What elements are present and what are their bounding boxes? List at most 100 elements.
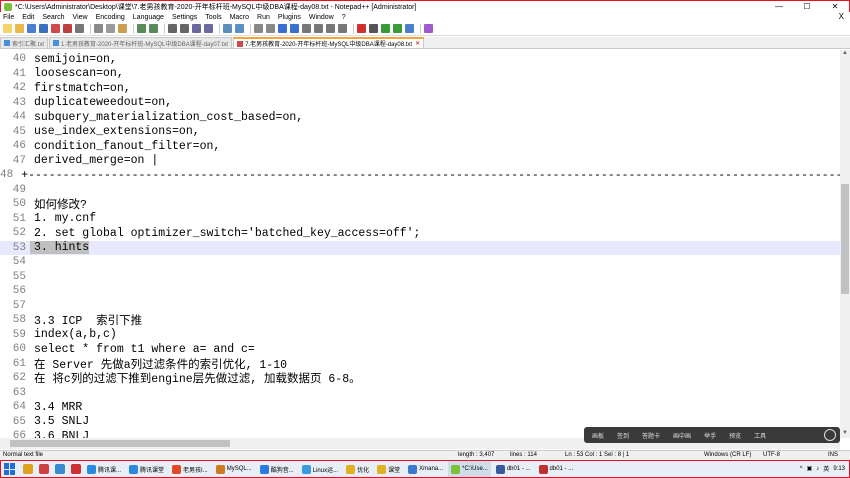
monitoring-icon[interactable] [338, 24, 347, 33]
scroll-down-icon[interactable]: ▼ [840, 430, 850, 438]
editor-line[interactable]: 51 1. my.cnf [0, 212, 840, 227]
function-list-icon[interactable] [314, 24, 323, 33]
cut-icon[interactable] [94, 24, 103, 33]
taskbar-app-active[interactable]: *C:\Use... [448, 461, 491, 477]
sync-h-icon[interactable] [235, 24, 244, 33]
close-button[interactable]: ✕ [821, 1, 849, 13]
editor-line[interactable]: 59 index(a,b,c) [0, 328, 840, 343]
menu-run[interactable]: Run [257, 14, 270, 21]
spell-check-icon[interactable] [424, 24, 433, 33]
editor-line[interactable]: 45 use_index_extensions=on, [0, 125, 840, 140]
taskbar-app[interactable]: 老男孩I... [169, 461, 211, 477]
menu-search[interactable]: Search [42, 14, 64, 21]
save-macro-icon[interactable] [405, 24, 414, 33]
vertical-scroll-thumb[interactable] [841, 184, 849, 294]
editor-line[interactable]: 42 firstmatch=on, [0, 81, 840, 96]
new-file-icon[interactable] [3, 24, 12, 33]
paste-icon[interactable] [118, 24, 127, 33]
editor-line[interactable]: 50 如何修改? [0, 197, 840, 212]
encoding[interactable]: UTF-8 [763, 452, 780, 458]
folder-workspace-icon[interactable] [326, 24, 335, 33]
explorer-icon[interactable] [23, 464, 33, 474]
volume-icon[interactable]: ♪ [816, 466, 819, 472]
tab-day08[interactable]: 7.老男孩教育-2020-开年标杆班-MySQL中级DBA课程-day08.tx… [233, 37, 425, 48]
record-macro-icon[interactable] [357, 24, 366, 33]
find-icon[interactable] [168, 24, 177, 33]
tab-day07[interactable]: 1.老男孩教育-2020-开年标杆班-MySQL中级DBA课程-day07.tx… [49, 37, 233, 48]
editor-line[interactable]: 62 在 将c列的过滤下推到engine层先做过滤, 加载数据页 6-8。 [0, 371, 840, 386]
editor-line[interactable]: 44 subquery_materialization_cost_based=on… [0, 110, 840, 125]
udl-icon[interactable] [290, 24, 299, 33]
scroll-up-icon[interactable]: ▲ [840, 50, 850, 58]
eol-format[interactable]: Windows (CR LF) [704, 452, 751, 458]
close-file-icon[interactable] [51, 24, 60, 33]
maximize-button[interactable]: ☐ [793, 1, 821, 13]
menu-edit[interactable]: Edit [22, 14, 34, 21]
overlay-raise-hand-button[interactable]: 举手 [704, 431, 716, 440]
clock[interactable]: 9:13 [833, 466, 845, 472]
play-macro-icon[interactable] [381, 24, 390, 33]
editor-line[interactable]: 46 condition_fanout_filter=on, [0, 139, 840, 154]
taskbar-app[interactable]: Linux运... [299, 461, 341, 477]
editor-line[interactable]: 56 [0, 284, 840, 299]
close-document-button[interactable]: X [839, 12, 844, 21]
editor-line[interactable]: 57 [0, 299, 840, 314]
taskbar-app[interactable]: 优化 [343, 461, 372, 477]
word-wrap-icon[interactable] [254, 24, 263, 33]
menu-language[interactable]: Language [133, 14, 164, 21]
taskbar-app[interactable]: 腾讯课... [84, 461, 124, 477]
overlay-whiteboard-button[interactable]: 画板 [592, 431, 604, 440]
zoom-in-icon[interactable] [192, 24, 201, 33]
taskbar-app[interactable]: 课堂 [374, 461, 403, 477]
open-file-icon[interactable] [15, 24, 24, 33]
overlay-pip-button[interactable]: 画中画 [673, 431, 691, 440]
minimize-button[interactable]: — [765, 1, 793, 13]
editor-line[interactable]: 61 在 Server 先做a列过滤条件的索引优化, 1-10 [0, 357, 840, 372]
chevron-up-icon[interactable]: ^ [800, 466, 803, 472]
editor-line[interactable]: 48 +-------------------------------------… [0, 168, 840, 183]
sync-v-icon[interactable] [223, 24, 232, 33]
windows-start-icon[interactable] [4, 463, 16, 475]
tab-close-icon[interactable]: ✕ [415, 40, 420, 47]
editor-line[interactable]: 49 [0, 183, 840, 198]
editor-line[interactable]: 47 derived_merge=on | [0, 154, 840, 169]
taskbar-app[interactable]: Xmana... [405, 461, 446, 477]
taskbar-app[interactable]: 腾讯课堂 [126, 461, 167, 477]
overlay-preview-button[interactable]: 预览 [729, 431, 741, 440]
menu-window[interactable]: Window [309, 14, 334, 21]
close-all-icon[interactable] [63, 24, 72, 33]
editor-line[interactable]: 40 semijoin=on, [0, 52, 840, 67]
taskbar-app[interactable]: db01 - ... [536, 461, 577, 477]
overlay-tools-button[interactable]: 工具 [754, 431, 766, 440]
editor-line[interactable]: 60 select * from t1 where a= and c= [0, 342, 840, 357]
indent-guide-icon[interactable] [278, 24, 287, 33]
ie-icon[interactable] [55, 464, 65, 474]
power-icon[interactable] [824, 429, 836, 441]
zoom-out-icon[interactable] [204, 24, 213, 33]
current-line[interactable]: 53 3. hints [0, 240, 840, 255]
menu-help[interactable]: ? [342, 14, 346, 21]
menu-plugins[interactable]: Plugins [278, 14, 301, 21]
copy-icon[interactable] [106, 24, 115, 33]
editor-line[interactable]: 43 duplicateweedout=on, [0, 96, 840, 111]
horizontal-scroll-thumb[interactable] [10, 440, 230, 447]
input-language[interactable]: 英 [823, 464, 829, 473]
show-all-chars-icon[interactable] [266, 24, 275, 33]
menu-file[interactable]: File [3, 14, 14, 21]
editor-line[interactable]: 54 [0, 255, 840, 270]
tab-index-summary[interactable]: 索引汇聚.txt [0, 37, 49, 48]
overlay-checkin-button[interactable]: 签到 [617, 431, 629, 440]
save-icon[interactable] [27, 24, 36, 33]
editor-line[interactable]: 64 3.4 MRR [0, 400, 840, 415]
print-icon[interactable] [75, 24, 84, 33]
app-icon[interactable] [71, 464, 81, 474]
taskbar-app[interactable]: MySQL... [213, 461, 255, 477]
menu-encoding[interactable]: Encoding [96, 14, 125, 21]
editor-line[interactable]: 55 [0, 270, 840, 285]
overlay-answer-card-button[interactable]: 答题卡 [642, 431, 660, 440]
taskbar-app[interactable]: 酷狗音... [257, 461, 297, 477]
menu-settings[interactable]: Settings [172, 14, 197, 21]
vertical-scrollbar[interactable]: ▲ ▼ [840, 50, 850, 438]
stop-macro-icon[interactable] [369, 24, 378, 33]
redo-icon[interactable] [149, 24, 158, 33]
